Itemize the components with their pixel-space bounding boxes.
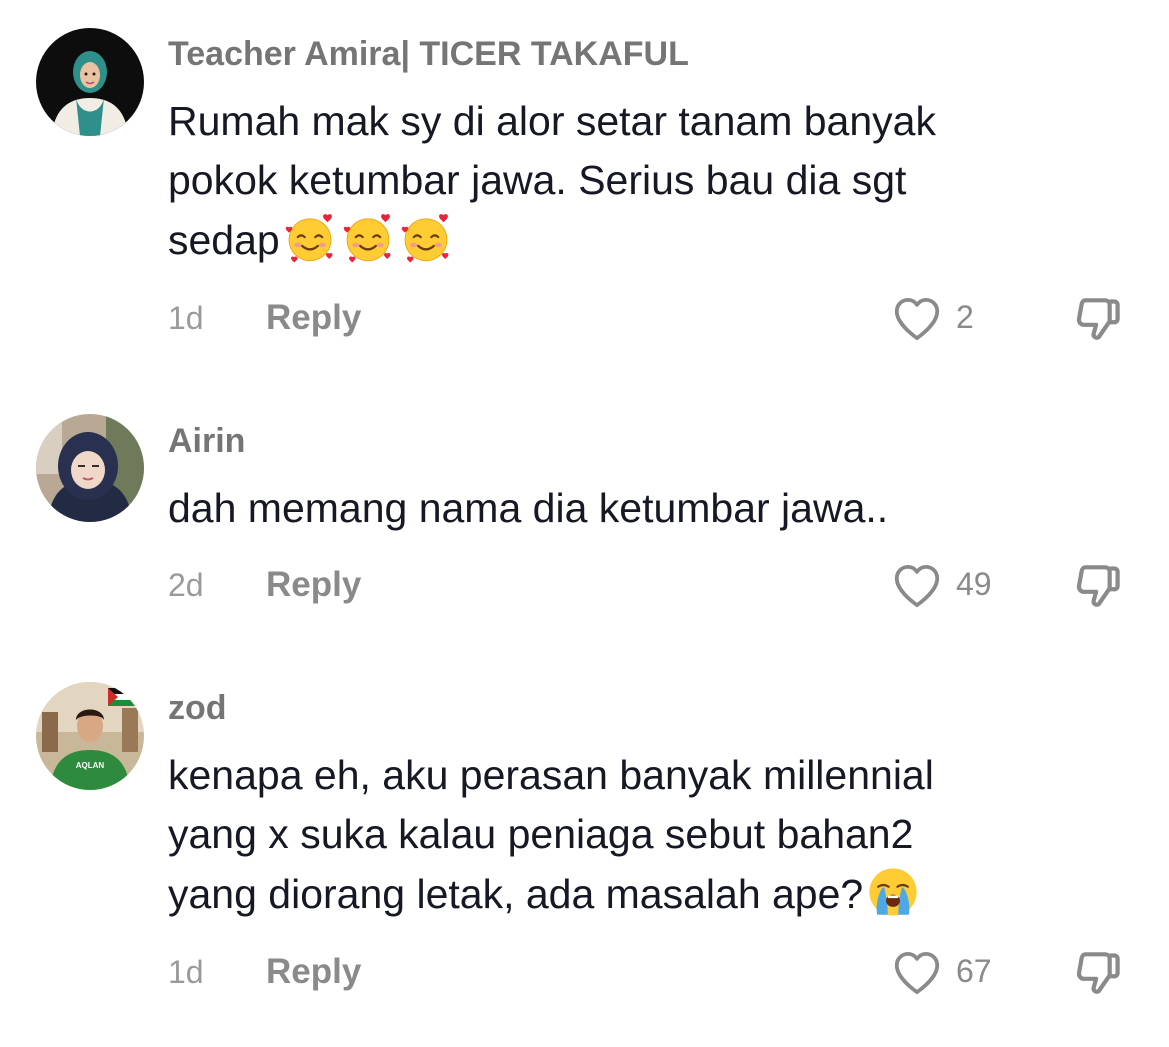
- heart-icon[interactable]: [890, 292, 944, 346]
- avatar[interactable]: [36, 414, 144, 522]
- comment-line: kenapa eh, aku perasan banyak millennial: [168, 752, 934, 798]
- avatar[interactable]: AQLAN: [36, 682, 144, 790]
- username[interactable]: zod: [168, 688, 227, 728]
- heart-icon[interactable]: [890, 559, 944, 613]
- dislike-icon[interactable]: [1070, 558, 1126, 614]
- dislike-icon[interactable]: [1070, 291, 1126, 347]
- comment-line: sedap: [168, 210, 1068, 270]
- comment-text: Rumah mak sy di alor setar tanam banyak …: [168, 92, 1068, 270]
- reply-button[interactable]: Reply: [266, 565, 361, 605]
- like-count: 49: [956, 566, 992, 602]
- smiling-face-with-hearts-icon: [398, 210, 454, 266]
- timestamp: 1d: [168, 300, 204, 336]
- comment-line: yang diorang letak, ada masalah ape?: [168, 864, 1068, 924]
- comment-line-text: sedap: [168, 217, 280, 263]
- smiling-face-with-hearts-icon: [340, 210, 396, 266]
- like-button[interactable]: 67: [890, 946, 1010, 996]
- like-count: 2: [956, 299, 974, 335]
- like-button[interactable]: 2: [890, 292, 1010, 342]
- like-count: 67: [956, 953, 992, 989]
- smiling-face-with-hearts-icon: [282, 210, 338, 266]
- dislike-icon[interactable]: [1070, 945, 1126, 1001]
- heart-icon[interactable]: [890, 946, 944, 1000]
- loudly-crying-face-icon: [865, 864, 921, 920]
- reply-button[interactable]: Reply: [266, 952, 361, 992]
- comment-line-text: yang diorang letak, ada masalah ape?: [168, 871, 864, 917]
- comment-line: dah memang nama dia ketumbar jawa..: [168, 485, 889, 531]
- comment-line: pokok ketumbar jawa. Serius bau dia sgt: [168, 157, 907, 203]
- comment-text: kenapa eh, aku perasan banyak millennial…: [168, 746, 1068, 924]
- timestamp: 2d: [168, 567, 204, 603]
- timestamp: 1d: [168, 954, 204, 990]
- comment-line: Rumah mak sy di alor setar tanam banyak: [168, 98, 936, 144]
- like-button[interactable]: 49: [890, 559, 1010, 609]
- comment-text: dah memang nama dia ketumbar jawa..: [168, 479, 1068, 538]
- avatar[interactable]: [36, 28, 144, 136]
- username[interactable]: Teacher Amira| TICER TAKAFUL: [168, 34, 689, 74]
- reply-button[interactable]: Reply: [266, 298, 361, 338]
- comment-line: yang x suka kalau peniaga sebut bahan2: [168, 811, 914, 857]
- avatar-label: AQLAN: [76, 761, 105, 770]
- username[interactable]: Airin: [168, 421, 245, 461]
